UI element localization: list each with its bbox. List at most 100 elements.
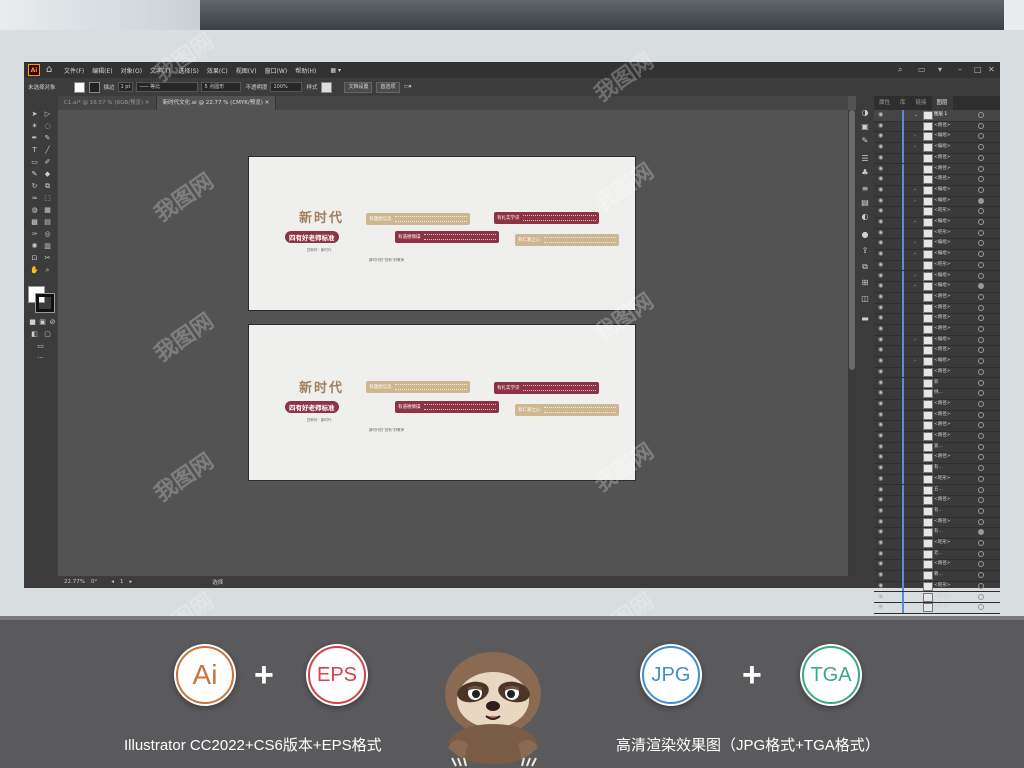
- edit-toolbar-icon[interactable]: ▭: [36, 342, 45, 351]
- eye-icon[interactable]: ◉: [878, 239, 883, 247]
- eye-icon[interactable]: ◉: [878, 122, 883, 130]
- eye-icon[interactable]: ◉: [878, 314, 883, 322]
- preferences-button[interactable]: 首选项: [376, 81, 400, 93]
- expand-arrow-icon[interactable]: ›: [914, 239, 916, 247]
- stroke-swatch[interactable]: [88, 81, 100, 93]
- eye-icon[interactable]: ◉: [878, 379, 883, 387]
- eraser-icon[interactable]: ◆: [43, 170, 52, 179]
- target-circle-icon[interactable]: [978, 433, 984, 439]
- target-circle-icon[interactable]: [978, 454, 984, 461]
- tab-doc-1[interactable]: C1.ai* @ 16.57 % (RGB/预览) ✕: [58, 96, 157, 110]
- layer-row[interactable]: ◉ <路径>: [874, 602, 1000, 614]
- eye-icon[interactable]: ◉: [878, 443, 883, 451]
- more-tools-icon[interactable]: ···: [36, 354, 45, 363]
- close-icon[interactable]: ✕: [988, 65, 995, 74]
- expand-arrow-icon[interactable]: ›: [914, 218, 916, 226]
- expand-arrow-icon[interactable]: ›: [914, 132, 916, 140]
- eye-icon[interactable]: ◉: [878, 197, 883, 205]
- eye-icon[interactable]: ◉: [878, 453, 883, 461]
- eye-icon[interactable]: ◉: [878, 207, 883, 215]
- target-circle-icon[interactable]: [978, 379, 984, 386]
- expand-arrow-icon[interactable]: ›: [914, 197, 916, 205]
- target-circle-icon[interactable]: [978, 251, 984, 258]
- eye-icon[interactable]: ◉: [878, 143, 883, 151]
- target-circle-icon[interactable]: [978, 475, 984, 482]
- rotate-tool-icon[interactable]: ↻: [30, 182, 39, 191]
- shape-builder-icon[interactable]: ◍: [30, 206, 39, 215]
- eye-icon[interactable]: ◉: [878, 250, 883, 258]
- eye-icon[interactable]: ◉: [878, 165, 883, 173]
- target-circle-icon[interactable]: [978, 219, 984, 225]
- properties-icon[interactable]: ☰: [860, 154, 870, 164]
- direct-selection-tool-icon[interactable]: ▷: [43, 110, 52, 119]
- eye-icon[interactable]: ◉: [878, 560, 883, 568]
- opacity-field[interactable]: 100%: [270, 82, 303, 92]
- expand-arrow-icon[interactable]: ›: [914, 250, 916, 258]
- target-circle-icon[interactable]: [978, 400, 984, 407]
- stroke-style-dropdown[interactable]: ─── 等比: [136, 82, 199, 92]
- menu-object[interactable]: 对象(O): [121, 66, 142, 75]
- target-circle-icon[interactable]: [978, 465, 984, 472]
- gradient-tool-icon[interactable]: ▤: [43, 218, 52, 227]
- eye-icon[interactable]: ◉: [878, 539, 883, 547]
- target-circle-icon[interactable]: [978, 112, 984, 118]
- prev-artboard-icon[interactable]: ◂: [111, 579, 114, 585]
- line-tool-icon[interactable]: ╱: [43, 146, 52, 155]
- style-swatch[interactable]: [321, 81, 333, 93]
- pen-tool-icon[interactable]: ✒: [30, 134, 39, 143]
- eye-icon[interactable]: ◉: [878, 582, 883, 590]
- target-circle-icon[interactable]: [978, 390, 984, 397]
- eye-icon[interactable]: ◉: [878, 282, 883, 290]
- symbol-sprayer-icon[interactable]: ✺: [30, 242, 39, 251]
- align-icon[interactable]: ⊞: [860, 278, 870, 288]
- expand-arrow-icon[interactable]: ›: [914, 186, 916, 194]
- target-circle-icon[interactable]: [978, 604, 984, 611]
- target-circle-icon[interactable]: [978, 154, 984, 161]
- eye-icon[interactable]: ◉: [878, 336, 883, 344]
- eye-icon[interactable]: ◉: [878, 571, 883, 579]
- tab-layers[interactable]: 图层: [931, 96, 953, 110]
- target-circle-icon[interactable]: [978, 122, 984, 129]
- workspace-icon[interactable]: ▦ ▾: [330, 67, 341, 74]
- image-icon[interactable]: ▣: [860, 122, 870, 132]
- blend-tool-icon[interactable]: ◎: [43, 230, 52, 239]
- paintbrush-icon[interactable]: ✐: [43, 158, 52, 167]
- tab-libraries[interactable]: 库: [895, 96, 911, 110]
- gradient-panel-icon[interactable]: ◐: [860, 212, 870, 222]
- eye-icon[interactable]: ◉: [878, 293, 883, 301]
- zoom-level[interactable]: 22.77%: [64, 579, 85, 585]
- eyedropper-icon[interactable]: ✑: [30, 230, 39, 239]
- comments-icon[interactable]: ▬: [860, 314, 870, 324]
- target-circle-icon[interactable]: [978, 497, 984, 504]
- target-circle-icon[interactable]: [978, 593, 984, 600]
- target-circle-icon[interactable]: [978, 518, 984, 525]
- target-circle-icon[interactable]: [978, 208, 984, 215]
- menu-edit[interactable]: 编辑(E): [92, 66, 112, 75]
- target-circle-icon[interactable]: [978, 561, 984, 568]
- stroke-weight-field[interactable]: 1 pt: [117, 82, 134, 92]
- target-circle-icon[interactable]: [978, 486, 984, 493]
- target-circle-icon[interactable]: [978, 240, 984, 247]
- target-circle-icon[interactable]: [978, 186, 984, 193]
- eye-icon[interactable]: ◉: [878, 132, 883, 140]
- share-icon[interactable]: ▾: [938, 65, 942, 74]
- minimize-icon[interactable]: –: [958, 65, 962, 74]
- target-circle-icon[interactable]: [978, 133, 984, 140]
- tab-links[interactable]: 链接: [911, 96, 932, 110]
- selection-tool-icon[interactable]: ➤: [30, 110, 39, 119]
- expand-arrow-icon[interactable]: ›: [914, 357, 916, 365]
- target-circle-icon[interactable]: [978, 582, 984, 589]
- target-circle-icon[interactable]: [978, 165, 984, 172]
- gradient-mode-icon[interactable]: ▣: [38, 318, 47, 327]
- magic-wand-icon[interactable]: ✶: [30, 122, 39, 131]
- target-circle-icon[interactable]: [978, 347, 984, 354]
- perspective-grid-icon[interactable]: ▦: [43, 206, 52, 215]
- eye-icon[interactable]: ◉: [878, 229, 883, 237]
- eye-icon[interactable]: ◉: [878, 593, 883, 601]
- eye-icon[interactable]: ◉: [878, 261, 883, 269]
- menu-help[interactable]: 帮助(H): [295, 66, 316, 75]
- target-circle-icon[interactable]: [978, 272, 984, 279]
- lasso-icon[interactable]: ◌: [43, 122, 52, 131]
- expand-arrow-icon[interactable]: ›: [914, 282, 916, 290]
- draw-mode-icon[interactable]: ◧: [30, 330, 39, 339]
